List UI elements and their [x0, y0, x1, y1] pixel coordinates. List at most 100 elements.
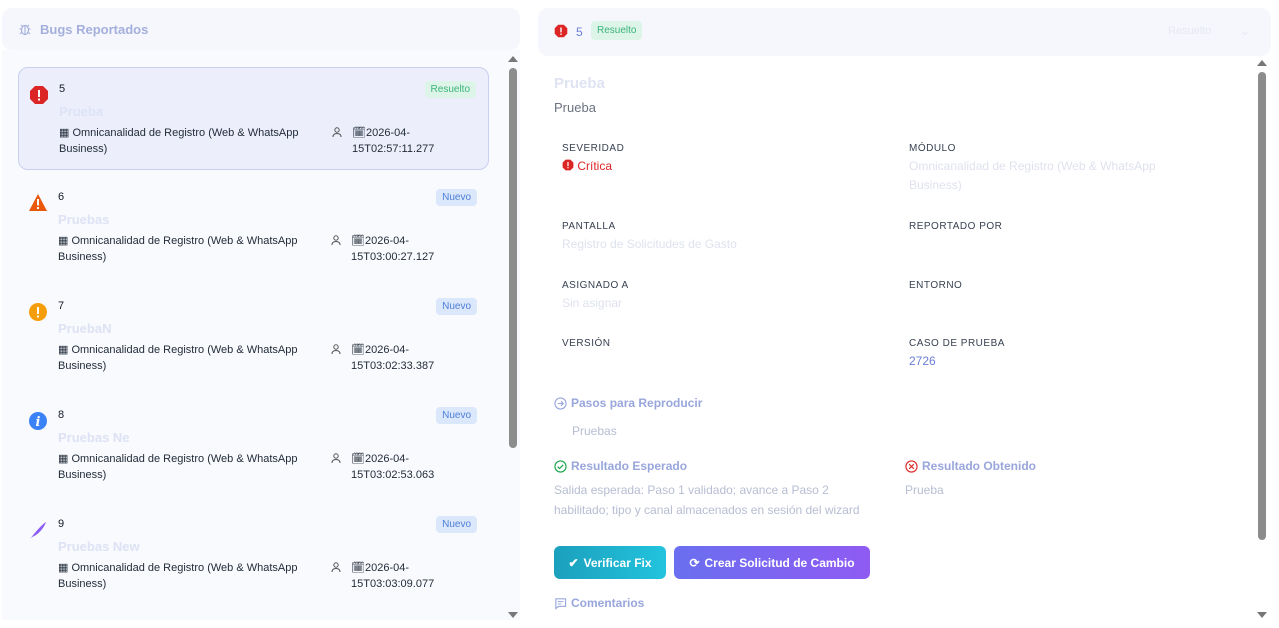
- bug-date: 🗓2026-04- 15T03:00:27.127: [351, 235, 435, 263]
- severity-text: Crítica: [577, 159, 613, 173]
- check-circle-icon: [554, 459, 567, 473]
- bug-date-line2: 15T03:03:09.077: [351, 578, 435, 590]
- user-icon: [331, 235, 341, 246]
- obtained-title-text: Resultado Obtenido: [922, 459, 1036, 473]
- bug-module: ▦ Omnicanalidad de Registro (Web & Whats…: [58, 344, 298, 372]
- verify-fix-label: Verificar Fix: [583, 555, 652, 570]
- bug-list-header: Bugs Reportados: [2, 8, 520, 50]
- steps-value: Pruebas: [572, 424, 617, 438]
- status-badge: Nuevo: [436, 189, 477, 206]
- obtained-value: Prueba: [905, 483, 944, 497]
- bug-date: 🗓2026-04- 15T03:02:53.063: [351, 453, 435, 481]
- bug-number: 9: [58, 518, 65, 530]
- bug-title: PruebaN: [58, 321, 112, 336]
- testcase-link[interactable]: 2726: [909, 352, 936, 371]
- expected-value: Salida esperada: Paso 1 validado; avance…: [554, 483, 860, 517]
- chevron-down-icon[interactable]: ⌄: [1240, 24, 1250, 38]
- detail-title: Prueba: [554, 75, 605, 92]
- bug-module-text: Omnicanalidad de Registro (Web & WhatsAp…: [58, 562, 298, 590]
- refresh-icon: ⟳: [689, 555, 700, 570]
- assigned-value: Sin asignar: [562, 296, 623, 310]
- bug-icon: [19, 24, 31, 36]
- bug-date-line1: 2026-04-: [364, 235, 410, 247]
- bug-date: 🗓2026-04- 15T02:57:11.277: [352, 127, 435, 155]
- bug-date-line1: 2026-04-: [364, 453, 410, 465]
- user-icon: [331, 562, 341, 573]
- bug-date: 🗓2026-04- 15T03:02:33.387: [351, 344, 435, 372]
- screen-value: Registro de Solicitudes de Gasto: [562, 237, 737, 251]
- bug-list: 5 Prueba ▦ Omnicanalidad de Registro (We…: [2, 50, 520, 620]
- bug-module-text: Omnicanalidad de Registro (Web & WhatsAp…: [59, 127, 299, 155]
- severity-label: SEVERIDAD: [562, 143, 625, 154]
- check-icon: ✔: [568, 555, 579, 570]
- scroll-up-arrow[interactable]: [1257, 60, 1267, 66]
- bug-detail-panel: 5 Resuelto Resuelto ⌄ Prueba Prueba SEVE…: [538, 0, 1271, 628]
- bug-card-9[interactable]: 9 Pruebas New ▦ Omnicanalidad de Registr…: [18, 503, 489, 606]
- steps-title-text: Pasos para Reproducir: [571, 396, 703, 410]
- steps-section-title: Pasos para Reproducir: [554, 396, 702, 410]
- detail-scrollbar[interactable]: [1256, 60, 1268, 618]
- status-badge: Nuevo: [436, 407, 477, 424]
- bug-list-panel: Bugs Reportados 5 Prueba ▦ Omnicanalidad…: [0, 0, 522, 628]
- scroll-down-arrow[interactable]: [508, 612, 518, 618]
- bug-card-6[interactable]: 6 Pruebas ▦ Omnicanalidad de Registro (W…: [18, 176, 489, 279]
- bug-title: Pruebas New: [58, 539, 140, 554]
- bug-title: Pruebas Ne: [58, 430, 130, 445]
- user-icon: [331, 453, 341, 464]
- severity-value: Crítica: [562, 157, 612, 176]
- scroll-down-arrow[interactable]: [1257, 612, 1267, 618]
- status-badge: Resuelto: [424, 81, 476, 98]
- bug-card-8[interactable]: i 8 Pruebas Ne ▦ Omnicanalidad de Regist…: [18, 394, 489, 497]
- user-icon: [331, 344, 341, 355]
- module-label: MÓDULO: [909, 143, 956, 154]
- x-circle-icon: [905, 459, 918, 473]
- version-label: VERSIÓN: [562, 338, 611, 349]
- comment-icon: [555, 597, 567, 610]
- comments-section-title: Comentarios: [554, 596, 644, 610]
- bug-card-5[interactable]: 5 Prueba ▦ Omnicanalidad de Registro (We…: [18, 67, 489, 170]
- bug-number: 8: [58, 409, 65, 421]
- bug-title: Prueba: [59, 104, 104, 119]
- detail-header: 5 Resuelto Resuelto ⌄: [538, 8, 1271, 56]
- verify-fix-button[interactable]: ✔ Verificar Fix: [554, 546, 666, 579]
- expected-section-title: Resultado Esperado: [554, 459, 687, 473]
- bug-module-text: Omnicanalidad de Registro (Web & WhatsAp…: [58, 344, 298, 372]
- bug-date-line1: 2026-04-: [365, 127, 411, 139]
- bug-date-line2: 15T03:02:53.063: [351, 469, 435, 481]
- scroll-up-arrow[interactable]: [508, 56, 518, 62]
- critical-octagon-icon: [554, 24, 568, 38]
- warning-triangle-icon: [29, 194, 47, 211]
- obtained-section-title: Resultado Obtenido: [905, 459, 1036, 473]
- svg-text:i: i: [36, 415, 41, 430]
- detail-description: Prueba: [554, 100, 596, 115]
- status-badge: Nuevo: [436, 298, 477, 315]
- create-change-label: Crear Solicitud de Cambio: [704, 555, 855, 570]
- comments-title-text: Comentarios: [571, 596, 645, 610]
- arrow-right-circle-icon: [554, 396, 567, 410]
- scrollbar-thumb[interactable]: [1258, 72, 1266, 540]
- environment-label: ENTORNO: [909, 280, 963, 291]
- bug-date-line2: 15T02:57:11.277: [352, 143, 435, 155]
- bug-list-scrollbar[interactable]: [506, 56, 520, 618]
- expected-title-text: Resultado Esperado: [571, 459, 688, 473]
- bug-date-line1: 2026-04-: [364, 344, 410, 356]
- bug-card-7[interactable]: 7 PruebaN ▦ Omnicanalidad de Registro (W…: [18, 285, 489, 388]
- user-icon: [332, 127, 342, 138]
- critical-octagon-icon: [562, 159, 574, 171]
- create-change-request-button[interactable]: ⟳ Crear Solicitud de Cambio: [674, 546, 870, 579]
- bug-module: ▦ Omnicanalidad de Registro (Web & Whats…: [58, 453, 298, 481]
- bug-module: ▦ Omnicanalidad de Registro (Web & Whats…: [59, 127, 299, 155]
- exclamation-circle-icon: [29, 303, 47, 321]
- bug-title: Pruebas: [58, 212, 110, 227]
- status-select[interactable]: Resuelto: [1168, 25, 1211, 37]
- assigned-label: ASIGNADO A: [562, 280, 629, 291]
- bug-module-text: Omnicanalidad de Registro (Web & WhatsAp…: [58, 235, 298, 263]
- bug-date-line2: 15T03:00:27.127: [351, 251, 435, 263]
- bug-module-text: Omnicanalidad de Registro (Web & WhatsAp…: [58, 453, 298, 481]
- info-circle-icon: i: [29, 412, 47, 430]
- scrollbar-thumb[interactable]: [509, 68, 517, 448]
- testcase-label: CASO DE PRUEBA: [909, 338, 1005, 349]
- bug-date-line2: 15T03:02:33.387: [351, 360, 435, 372]
- module-value: Omnicanalidad de Registro (Web & WhatsAp…: [909, 159, 1156, 192]
- detail-bug-number: 5: [576, 25, 583, 39]
